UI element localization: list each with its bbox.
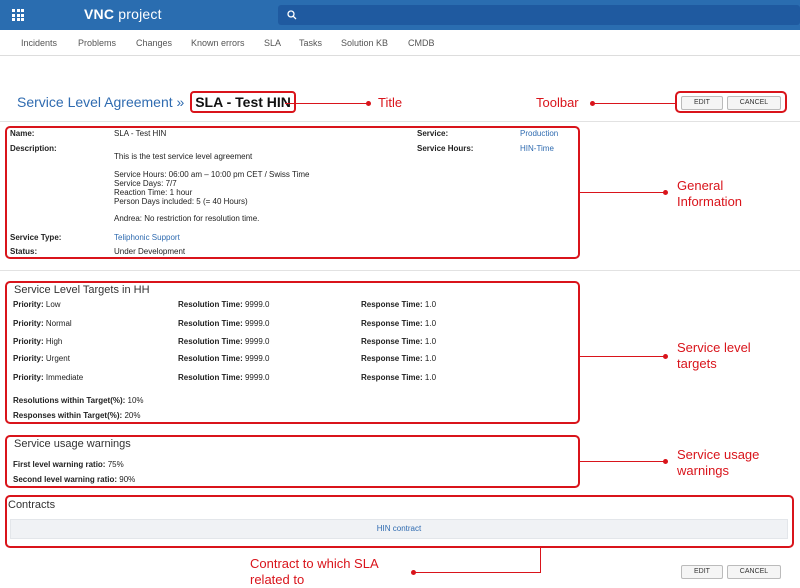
response-label: Response Time: 1.0 — [361, 337, 437, 346]
edit-button[interactable]: EDIT — [681, 96, 723, 110]
resolution-label: Resolution Time: 9999.0 — [178, 354, 270, 363]
main-nav: Incidents Problems Changes Known errors … — [0, 30, 800, 56]
annotation-dot-title — [366, 101, 371, 106]
cancel-button[interactable]: CANCEL — [727, 96, 781, 110]
resolution-label: Resolution Time: 9999.0 — [178, 319, 270, 328]
description-line: Service Days: 7/7 — [114, 179, 177, 188]
cancel-button-bottom[interactable]: CANCEL — [727, 565, 781, 579]
warnings-title: Service usage warnings — [14, 438, 131, 450]
response-label: Response Time: 1.0 — [361, 373, 437, 382]
status-value: Under Development — [114, 247, 186, 256]
priority-label: Priority: Urgent — [13, 354, 70, 363]
annotation-dot-contract — [411, 570, 416, 575]
breadcrumb-parent[interactable]: Service Level Agreement — [17, 94, 173, 110]
resolutions-within-label: Resolutions within Target(%): 10% — [13, 396, 144, 405]
nav-incidents[interactable]: Incidents — [21, 38, 57, 48]
annotation-dot-targets — [663, 354, 668, 359]
annotation-line-warnings — [580, 461, 665, 462]
description-line: Person Days included: 5 (= 40 Hours) — [114, 197, 248, 206]
response-label: Response Time: 1.0 — [361, 300, 437, 309]
edit-button-bottom[interactable]: EDIT — [681, 565, 723, 579]
nav-solution-kb[interactable]: Solution KB — [341, 38, 388, 48]
annotation-line-general — [580, 192, 665, 193]
divider — [0, 270, 800, 271]
nav-cmdb[interactable]: CMDB — [408, 38, 435, 48]
annotation-line-title — [285, 103, 370, 104]
priority-label: Priority: Low — [13, 300, 61, 309]
name-label: Name: — [10, 129, 35, 138]
nav-problems[interactable]: Problems — [78, 38, 116, 48]
priority-label: Priority: Immediate — [13, 373, 84, 382]
annotation-title: Title — [378, 95, 403, 110]
second-warning-label: Second level warning ratio: 90% — [13, 475, 136, 484]
priority-label: Priority: High — [13, 337, 63, 346]
annotation-toolbar: Toolbar — [536, 95, 579, 110]
nav-tasks[interactable]: Tasks — [299, 38, 322, 48]
response-label: Response Time: 1.0 — [361, 354, 437, 363]
response-label: Response Time: 1.0 — [361, 319, 437, 328]
description-line: Service Hours: 06:00 am – 10:00 pm CET /… — [114, 170, 310, 179]
nav-known-errors[interactable]: Known errors — [191, 38, 245, 48]
resolution-label: Resolution Time: 9999.0 — [178, 337, 270, 346]
app-grid-icon[interactable] — [12, 9, 24, 21]
page-title: SLA - Test HIN — [190, 91, 296, 113]
description-line: This is the test service level agreement — [114, 152, 253, 161]
service-label: Service: — [417, 129, 449, 138]
search-icon — [287, 10, 297, 20]
nav-changes[interactable]: Changes — [136, 38, 172, 48]
contract-row[interactable]: HIN contract — [10, 519, 788, 539]
contract-link[interactable]: HIN contract — [11, 520, 787, 538]
service-hours-label: Service Hours: — [417, 144, 474, 153]
responses-within-label: Responses within Target(%): 20% — [13, 411, 141, 420]
annotation-line-contract — [540, 548, 541, 573]
annotation-dot-general — [663, 190, 668, 195]
annotation-warnings: Service usage warnings — [677, 447, 760, 478]
description-line: Andrea: No restriction for resolution ti… — [114, 214, 260, 223]
search-input[interactable] — [278, 5, 800, 25]
description-label: Description: — [10, 144, 57, 153]
annotation-general: General Information — [677, 178, 743, 209]
status-label: Status: — [10, 247, 38, 256]
nav-sla[interactable]: SLA — [264, 38, 281, 48]
service-type-link[interactable]: Teliphonic Support — [114, 233, 180, 242]
breadcrumb: Service Level Agreement » SLA - Test HIN — [17, 91, 296, 113]
divider — [0, 121, 800, 122]
top-bar: VNC project — [0, 0, 800, 30]
annotation-line-contract — [415, 572, 541, 573]
name-value: SLA - Test HIN — [114, 129, 167, 138]
annotation-line-targets — [580, 356, 665, 357]
service-type-label: Service Type: — [10, 233, 62, 242]
description-line: Reaction Time: 1 hour — [114, 188, 193, 197]
annotation-targets: Service level targets — [677, 340, 751, 371]
service-hours-link[interactable]: HIN-Time — [520, 144, 554, 153]
first-warning-label: First level warning ratio: 75% — [13, 460, 124, 469]
priority-label: Priority: Normal — [13, 319, 72, 328]
brand-logo[interactable]: VNC project — [84, 6, 162, 22]
annotation-contract: Contract to which SLA related to — [250, 556, 379, 587]
contracts-title: Contracts — [8, 499, 56, 511]
service-link[interactable]: Production — [520, 129, 558, 138]
annotation-dot-warnings — [663, 459, 668, 464]
targets-title: Service Level Targets in HH — [14, 284, 150, 296]
resolution-label: Resolution Time: 9999.0 — [178, 373, 270, 382]
annotation-line-toolbar — [593, 103, 675, 104]
resolution-label: Resolution Time: 9999.0 — [178, 300, 270, 309]
general-info-section — [5, 126, 580, 259]
breadcrumb-separator: » — [176, 94, 185, 110]
